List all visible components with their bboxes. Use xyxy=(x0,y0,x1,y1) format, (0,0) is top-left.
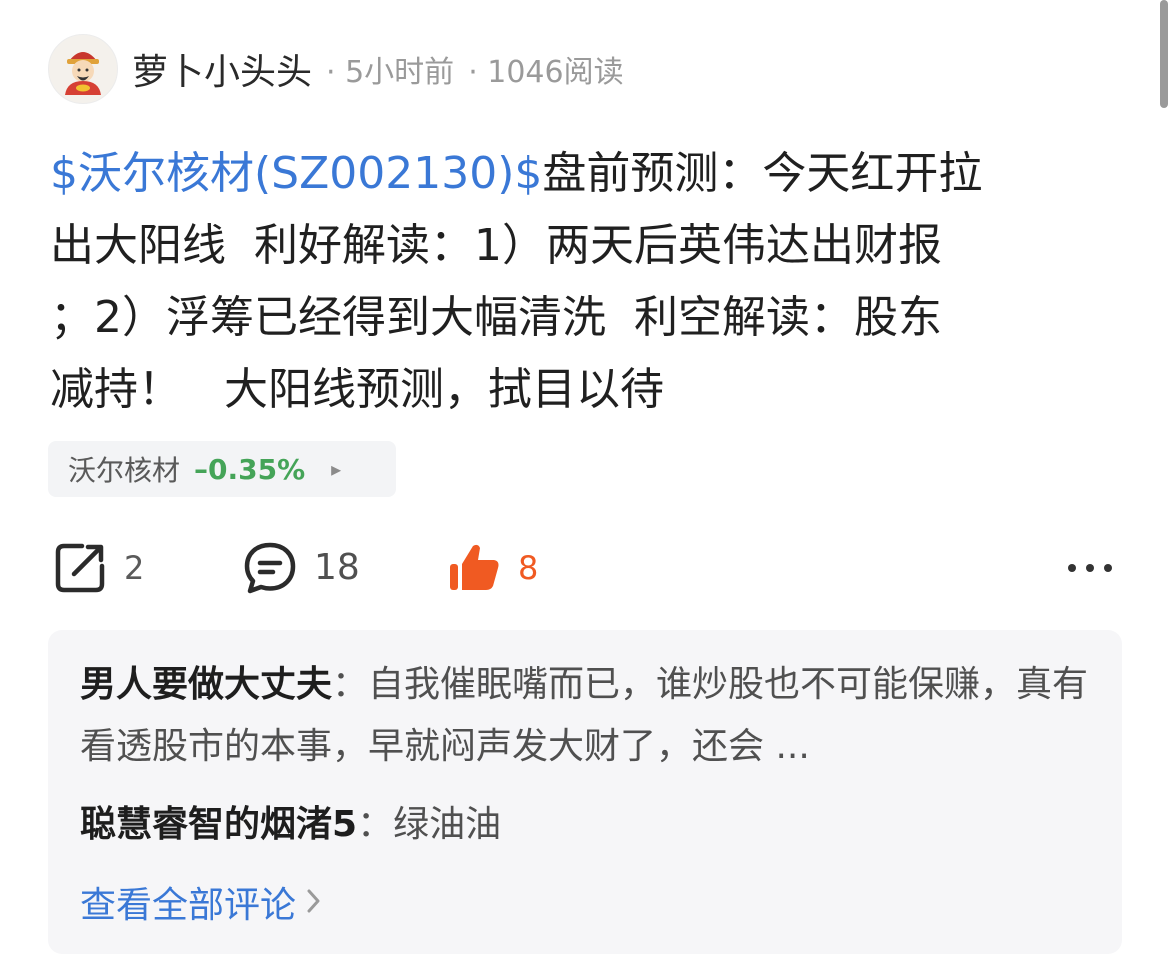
thumbs-up-icon xyxy=(446,540,502,596)
comment-item[interactable]: 男人要做大丈夫：自我催眠嘴而已，谁炒股也不可能保赚，真有看透股市的本事，早就闷声… xyxy=(80,654,1100,778)
comment-separator: ： xyxy=(357,804,394,845)
like-button[interactable]: 8 xyxy=(446,538,538,598)
comment-bubble-icon xyxy=(242,540,298,596)
comments-preview: 男人要做大丈夫：自我催眠嘴而已，谁炒股也不可能保赚，真有看透股市的本事，早就闷声… xyxy=(48,630,1122,954)
stock-chip-change: –0.35% xyxy=(194,452,306,486)
comment-count: 18 xyxy=(314,547,360,588)
comment-button[interactable]: 18 xyxy=(242,538,360,598)
view-all-comments-label: 查看全部评论 xyxy=(80,885,297,926)
comment-item[interactable]: 聪慧睿智的烟渚5：绿油油 xyxy=(80,794,1100,856)
post-header: 萝卜小头头 · 5小时前 · 1046阅读 xyxy=(48,34,624,104)
comment-separator: ： xyxy=(332,664,369,705)
stock-chip-name: 沃尔核材 xyxy=(68,454,181,487)
author-name[interactable]: 萝卜小头头 xyxy=(132,43,312,95)
chevron-right-icon xyxy=(306,878,322,934)
avatar-god-of-wealth-icon xyxy=(65,52,101,95)
comment-author[interactable]: 男人要做大丈夫 xyxy=(80,664,332,705)
share-count: 2 xyxy=(124,549,145,587)
avatar[interactable] xyxy=(48,34,118,104)
like-count: 8 xyxy=(518,549,539,587)
comment-author[interactable]: 聪慧睿智的烟渚5 xyxy=(80,804,357,845)
comment-text: 绿油油 xyxy=(393,804,502,845)
share-button[interactable]: 2 xyxy=(52,538,144,598)
more-options-icon[interactable] xyxy=(1068,554,1112,582)
play-arrow-icon: ▸ xyxy=(331,457,342,481)
read-count: · 1046阅读 xyxy=(468,55,624,90)
post-time: · 5小时前 xyxy=(326,55,455,90)
action-bar: 2 18 8 xyxy=(52,538,1122,598)
stock-chip[interactable]: 沃尔核材 –0.35% ▸ xyxy=(48,441,396,497)
scrollbar[interactable] xyxy=(1160,0,1168,108)
share-icon xyxy=(52,540,108,596)
post-content: $沃尔核材(SZ002130)$盘前预测：今天红开拉 出大阳线 利好解读：1）两… xyxy=(50,138,1115,426)
stock-link[interactable]: $沃尔核材(SZ002130)$ xyxy=(50,148,542,199)
view-all-comments-link[interactable]: 查看全部评论 xyxy=(80,878,322,934)
